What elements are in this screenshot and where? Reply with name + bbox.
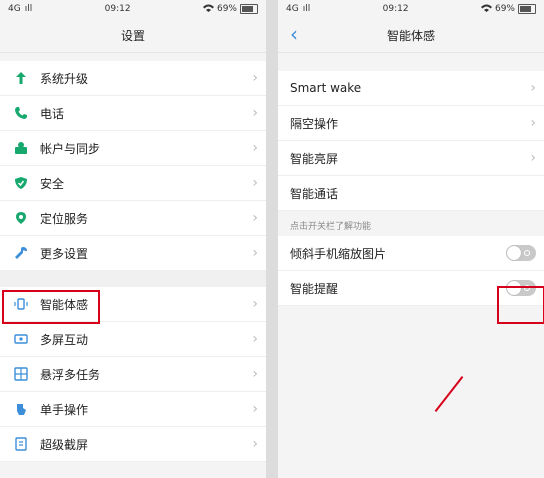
settings-item-label: 帐户与同步 bbox=[40, 141, 101, 156]
tilt-zoom-toggle[interactable] bbox=[506, 245, 536, 261]
location-pin-icon bbox=[12, 209, 30, 227]
chevron-right-icon: › bbox=[252, 140, 258, 156]
signal-icon: ıll bbox=[24, 4, 33, 14]
clock: 09:12 bbox=[104, 4, 131, 14]
shield-icon bbox=[12, 174, 30, 192]
page-title-text: 智能体感 bbox=[386, 28, 435, 43]
one-hand-icon bbox=[12, 400, 30, 418]
page-title: 设置 bbox=[0, 18, 266, 52]
settings-item-label: 系统升级 bbox=[40, 71, 89, 86]
settings-item-label: 更多设置 bbox=[40, 246, 89, 261]
toggle-label: 倾斜手机缩放图片 bbox=[290, 246, 387, 261]
settings-item-label: 多屏互动 bbox=[40, 332, 89, 347]
page-title-text: 设置 bbox=[120, 28, 145, 43]
chevron-right-icon: › bbox=[252, 245, 258, 261]
battery-icon bbox=[517, 4, 536, 14]
network-indicator: 4G bbox=[286, 4, 299, 14]
chevron-right-icon: › bbox=[252, 366, 258, 382]
battery-icon bbox=[239, 4, 258, 14]
chevron-right-icon: › bbox=[252, 401, 258, 417]
option-label: 隔空操作 bbox=[290, 116, 339, 131]
wifi-icon bbox=[480, 4, 492, 15]
toggle-label: 智能提醒 bbox=[290, 281, 339, 296]
chevron-right-icon: › bbox=[252, 70, 258, 86]
screenshot-icon bbox=[12, 435, 30, 453]
option-label: Smart wake bbox=[290, 81, 362, 95]
chevron-right-icon: › bbox=[252, 105, 258, 121]
toggle-knob bbox=[507, 246, 521, 260]
settings-item-multi-screen[interactable]: 多屏互动 › bbox=[0, 322, 266, 357]
settings-screen: 4G ıll 09:12 69% 设置 系统升级 › 电话 › 帐户与同步 › … bbox=[0, 0, 266, 478]
settings-item-label: 定位服务 bbox=[40, 211, 89, 226]
wifi-icon bbox=[202, 4, 214, 15]
settings-item-system-update[interactable]: 系统升级 › bbox=[0, 61, 266, 96]
settings-item-more-settings[interactable]: 更多设置 › bbox=[0, 236, 266, 271]
signal-icon: ıll bbox=[302, 4, 311, 14]
chevron-right-icon: › bbox=[530, 80, 536, 96]
clock: 09:12 bbox=[382, 4, 409, 14]
chevron-right-icon: › bbox=[530, 115, 536, 131]
settings-item-super-screenshot[interactable]: 超级截屏 › bbox=[0, 427, 266, 462]
chevron-right-icon: › bbox=[252, 175, 258, 191]
status-bar: 4G ıll 09:12 69% bbox=[278, 0, 544, 18]
option-smart-wake[interactable]: Smart wake › bbox=[278, 71, 544, 106]
smart-motion-options: Smart wake › 隔空操作 › 智能亮屏 › 智能通话 bbox=[278, 71, 544, 211]
highlight-box bbox=[2, 290, 100, 324]
section-hint: 点击开关栏了解功能 bbox=[290, 222, 372, 232]
chevron-right-icon: › bbox=[252, 331, 258, 347]
wrench-icon bbox=[12, 244, 30, 262]
page-title: ‹ 智能体感 bbox=[278, 18, 544, 52]
smart-motion-screen: 4G ıll 09:12 69% ‹ 智能体感 Smart wake › 隔空操… bbox=[278, 0, 544, 478]
chevron-right-icon: › bbox=[252, 296, 258, 312]
arrow-up-icon bbox=[12, 69, 30, 87]
network-indicator: 4G bbox=[8, 4, 21, 14]
option-air-gesture[interactable]: 隔空操作 › bbox=[278, 106, 544, 141]
floating-task-icon bbox=[12, 365, 30, 383]
chevron-right-icon: › bbox=[252, 210, 258, 226]
battery-level: 69% bbox=[494, 4, 515, 14]
settings-item-security[interactable]: 安全 › bbox=[0, 166, 266, 201]
settings-item-label: 超级截屏 bbox=[40, 437, 89, 452]
multi-screen-icon bbox=[12, 330, 30, 348]
toggle-off-icon bbox=[524, 250, 530, 256]
settings-item-phone[interactable]: 电话 › bbox=[0, 96, 266, 131]
phone-icon bbox=[12, 104, 30, 122]
settings-item-label: 电话 bbox=[40, 106, 65, 121]
settings-item-label: 悬浮多任务 bbox=[40, 367, 101, 382]
option-smart-call[interactable]: 智能通话 bbox=[278, 176, 544, 211]
settings-item-one-hand[interactable]: 单手操作 › bbox=[0, 392, 266, 427]
settings-group-1: 系统升级 › 电话 › 帐户与同步 › 安全 › 定位服务 › 更多设置 › bbox=[0, 61, 266, 271]
chevron-right-icon: › bbox=[252, 436, 258, 452]
annotation-stroke bbox=[434, 376, 464, 412]
back-chevron-icon[interactable]: ‹ bbox=[290, 22, 298, 46]
account-sync-icon bbox=[12, 139, 30, 157]
option-smart-screen-on[interactable]: 智能亮屏 › bbox=[278, 141, 544, 176]
chevron-right-icon: › bbox=[530, 150, 536, 166]
status-bar: 4G ıll 09:12 69% bbox=[0, 0, 266, 18]
highlight-box bbox=[497, 286, 544, 324]
settings-item-floating-task[interactable]: 悬浮多任务 › bbox=[0, 357, 266, 392]
battery-level: 69% bbox=[216, 4, 237, 14]
option-label: 智能亮屏 bbox=[290, 151, 339, 166]
settings-item-label: 单手操作 bbox=[40, 402, 89, 417]
settings-item-location[interactable]: 定位服务 › bbox=[0, 201, 266, 236]
toggle-row-tilt-zoom: 倾斜手机缩放图片 bbox=[278, 236, 544, 271]
option-label: 智能通话 bbox=[290, 186, 339, 201]
settings-item-account-sync[interactable]: 帐户与同步 › bbox=[0, 131, 266, 166]
settings-item-label: 安全 bbox=[40, 176, 65, 191]
